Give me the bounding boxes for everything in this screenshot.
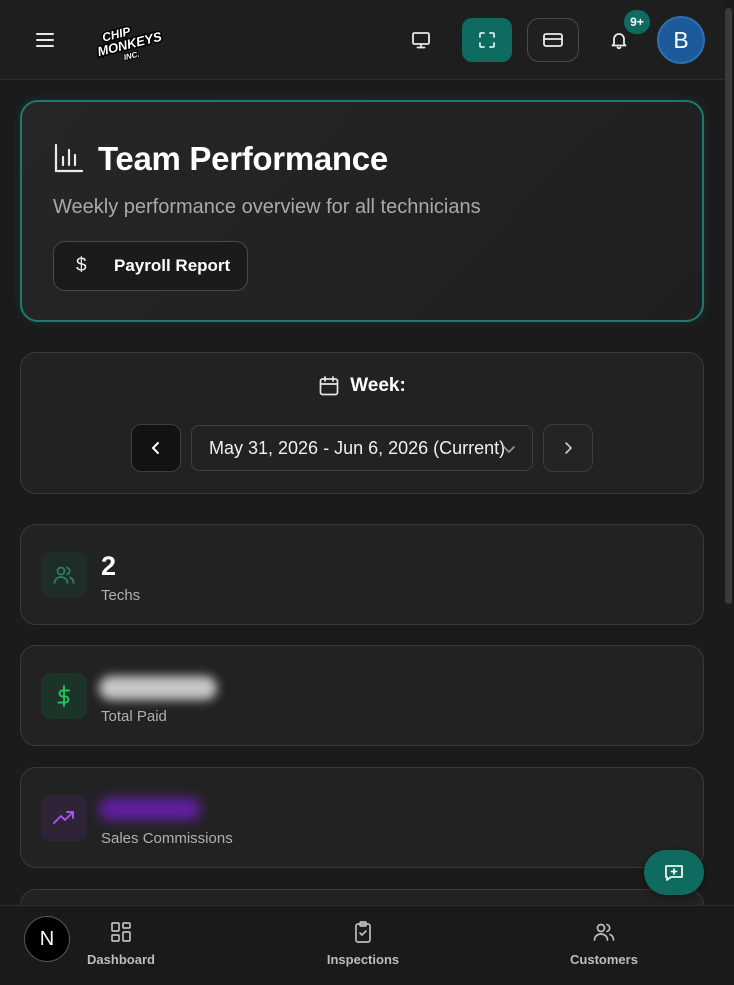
fullscreen-button[interactable] xyxy=(462,18,512,62)
next-dev-badge[interactable]: N xyxy=(24,916,70,962)
nav-dashboard-label: Dashboard xyxy=(87,952,155,967)
page-title: Team Performance xyxy=(98,140,388,177)
chevron-right-icon xyxy=(562,441,574,455)
company-logo[interactable]: CHIP MONKEYS INC. xyxy=(94,20,168,62)
monitor-icon[interactable] xyxy=(398,18,444,62)
next-week-button[interactable] xyxy=(543,424,593,472)
bar-chart-icon xyxy=(53,142,85,174)
team-performance-header-card: Team Performance Weekly performance over… xyxy=(20,100,704,322)
chevron-left-icon xyxy=(150,441,162,455)
clipboard-check-icon xyxy=(351,920,375,944)
sales-commissions-label: Sales Commissions xyxy=(101,830,233,847)
nav-customers[interactable]: Customers xyxy=(568,920,640,967)
dollar-icon: $ xyxy=(76,255,87,276)
nav-inspections[interactable]: Inspections xyxy=(325,920,401,967)
week-label: Week: xyxy=(350,375,406,396)
notification-badge: 9+ xyxy=(624,10,650,34)
credit-card-icon xyxy=(542,31,564,49)
nav-inspections-label: Inspections xyxy=(326,952,400,967)
techs-stat-card: 2 Techs xyxy=(20,524,704,625)
avatar[interactable]: B xyxy=(657,16,705,64)
nav-customers-label: Customers xyxy=(570,952,638,967)
menu-icon[interactable] xyxy=(30,26,60,54)
nav-dashboard[interactable]: Dashboard xyxy=(87,920,155,967)
top-bar: CHIP MONKEYS INC. 9+ B xyxy=(0,0,734,80)
total-paid-stat-card: Total Paid xyxy=(20,645,704,746)
card-button[interactable] xyxy=(527,18,579,62)
feedback-button[interactable] xyxy=(644,850,704,895)
dashboard-icon xyxy=(109,920,133,944)
message-plus-icon xyxy=(663,863,685,883)
sales-commissions-stat-card: Sales Commissions xyxy=(20,767,704,868)
techs-count: 2 xyxy=(101,551,117,581)
total-paid-value-redacted xyxy=(99,676,217,700)
chevron-down-icon xyxy=(502,442,516,456)
payroll-report-label: Payroll Report xyxy=(114,256,231,275)
week-selector-card: Week: May 31, 2026 - Jun 6, 2026 (Curren… xyxy=(20,352,704,494)
fullscreen-icon xyxy=(477,30,497,50)
users-icon xyxy=(41,552,87,598)
calendar-icon xyxy=(318,375,340,397)
bottom-navigation: N Dashboard Inspections Customers xyxy=(0,905,734,985)
scrollbar[interactable] xyxy=(724,0,734,905)
scrollbar-thumb[interactable] xyxy=(725,8,732,604)
techs-label: Techs xyxy=(101,587,141,604)
week-dropdown-value: May 31, 2026 - Jun 6, 2026 (Current) xyxy=(209,437,506,458)
users-icon xyxy=(592,920,616,944)
previous-week-button[interactable] xyxy=(131,424,181,472)
sales-commissions-value-redacted xyxy=(99,798,201,820)
total-paid-label: Total Paid xyxy=(101,708,167,725)
payroll-report-button[interactable]: $ Payroll Report xyxy=(53,241,248,291)
dollar-icon xyxy=(41,673,87,719)
week-dropdown[interactable]: May 31, 2026 - Jun 6, 2026 (Current) xyxy=(191,425,533,471)
page-subtitle: Weekly performance overview for all tech… xyxy=(53,196,481,218)
trending-up-icon xyxy=(41,795,87,841)
